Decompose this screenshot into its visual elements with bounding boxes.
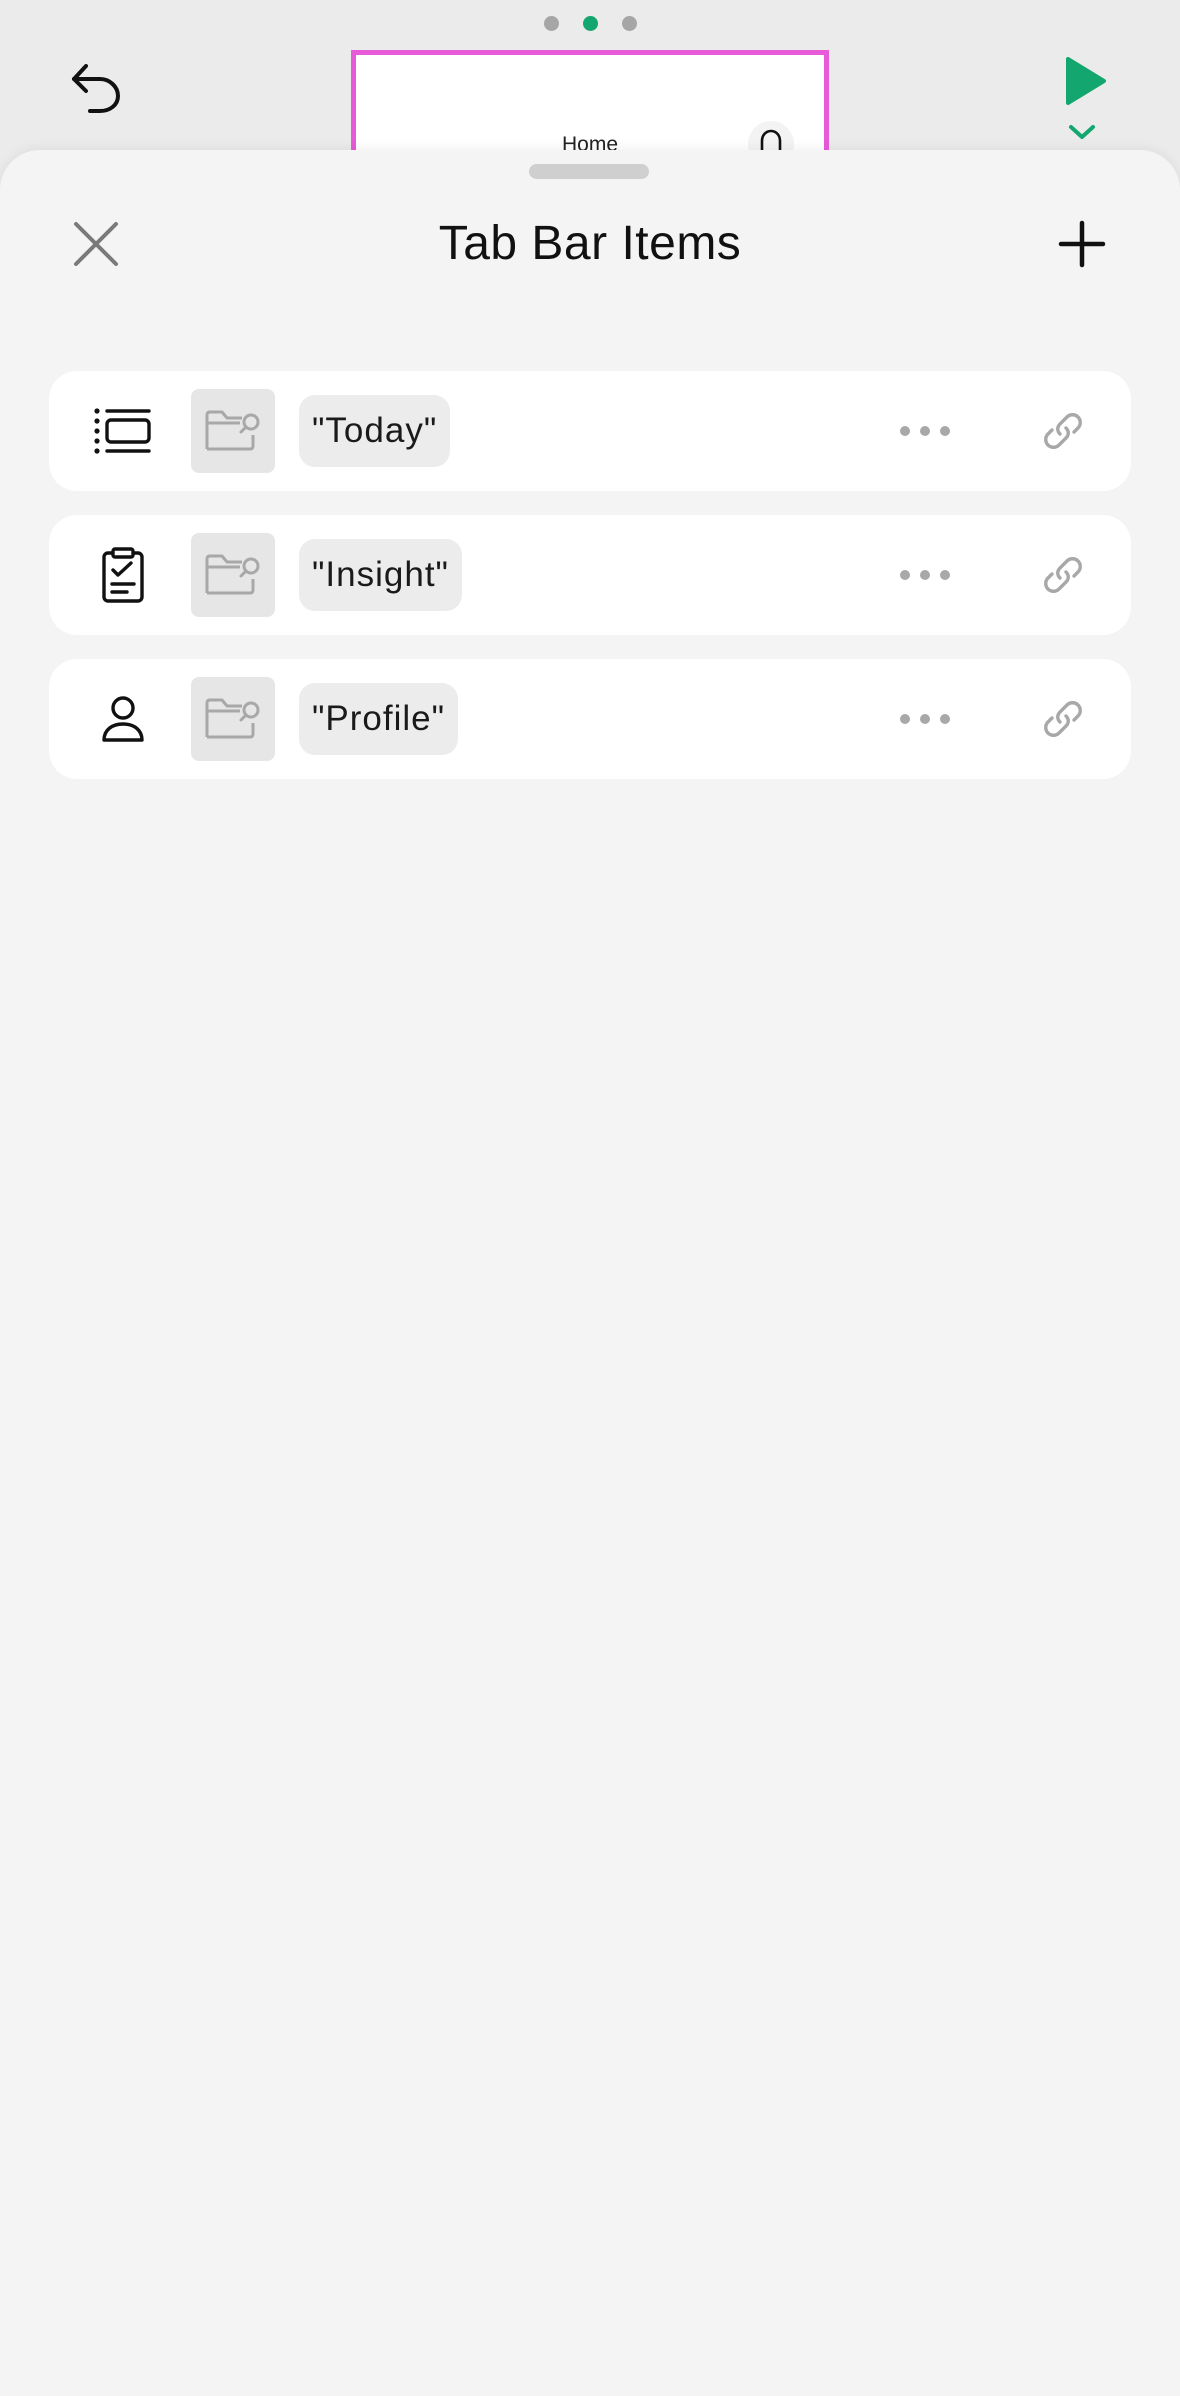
folder-search-icon (205, 698, 260, 739)
ellipsis-icon (900, 714, 950, 724)
link-icon (1044, 413, 1082, 449)
person-icon[interactable] (93, 689, 153, 749)
run-options-button[interactable] (1062, 118, 1102, 146)
page-dot-3[interactable] (621, 16, 637, 31)
page-indicator (0, 16, 1180, 31)
play-button[interactable] (1050, 46, 1120, 116)
tab-items-list: "Today" "Insight" "Profile" (49, 371, 1131, 803)
ellipsis-icon (900, 570, 950, 580)
asset-picker-button[interactable] (191, 533, 275, 617)
tab-item-row-insight: "Insight" (49, 515, 1131, 635)
app-screen: Home Tab Bar Items "Today" "Insight" "Pr… (0, 0, 1180, 2396)
link-icon (1044, 557, 1082, 593)
page-dot-1[interactable] (543, 16, 559, 31)
undo-button[interactable] (58, 50, 134, 126)
link-button[interactable] (1033, 401, 1093, 461)
list-icon[interactable] (93, 401, 153, 461)
tab-bar-items-sheet: Tab Bar Items "Today" "Insight" "Profile… (0, 150, 1180, 2396)
undo-icon (72, 64, 120, 113)
tab-label-field[interactable]: "Profile" (299, 683, 459, 755)
asset-picker-button[interactable] (191, 677, 275, 761)
tab-item-row-today: "Today" (49, 371, 1131, 491)
tab-label-field[interactable]: "Insight" (299, 539, 462, 611)
sheet-grabber[interactable] (529, 164, 649, 179)
add-tab-button[interactable] (1046, 208, 1118, 280)
clipboard-check-icon[interactable] (93, 545, 153, 605)
tab-item-row-profile: "Profile" (49, 659, 1131, 779)
sheet-title: Tab Bar Items (438, 217, 742, 270)
folder-search-icon (205, 410, 260, 451)
asset-picker-button[interactable] (191, 389, 275, 473)
ellipsis-icon (900, 426, 950, 436)
more-options-button[interactable] (893, 407, 957, 455)
tab-label-field[interactable]: "Today" (299, 395, 451, 467)
screen-preview[interactable]: Home (351, 50, 829, 160)
play-icon (1066, 57, 1106, 105)
more-options-button[interactable] (893, 695, 957, 743)
link-icon (1044, 701, 1082, 737)
plus-icon (1058, 220, 1106, 268)
link-button[interactable] (1033, 545, 1093, 605)
folder-search-icon (205, 554, 260, 595)
chevron-down-icon (1069, 125, 1095, 139)
more-options-button[interactable] (893, 551, 957, 599)
link-button[interactable] (1033, 689, 1093, 749)
page-dot-2-active[interactable] (582, 16, 598, 31)
